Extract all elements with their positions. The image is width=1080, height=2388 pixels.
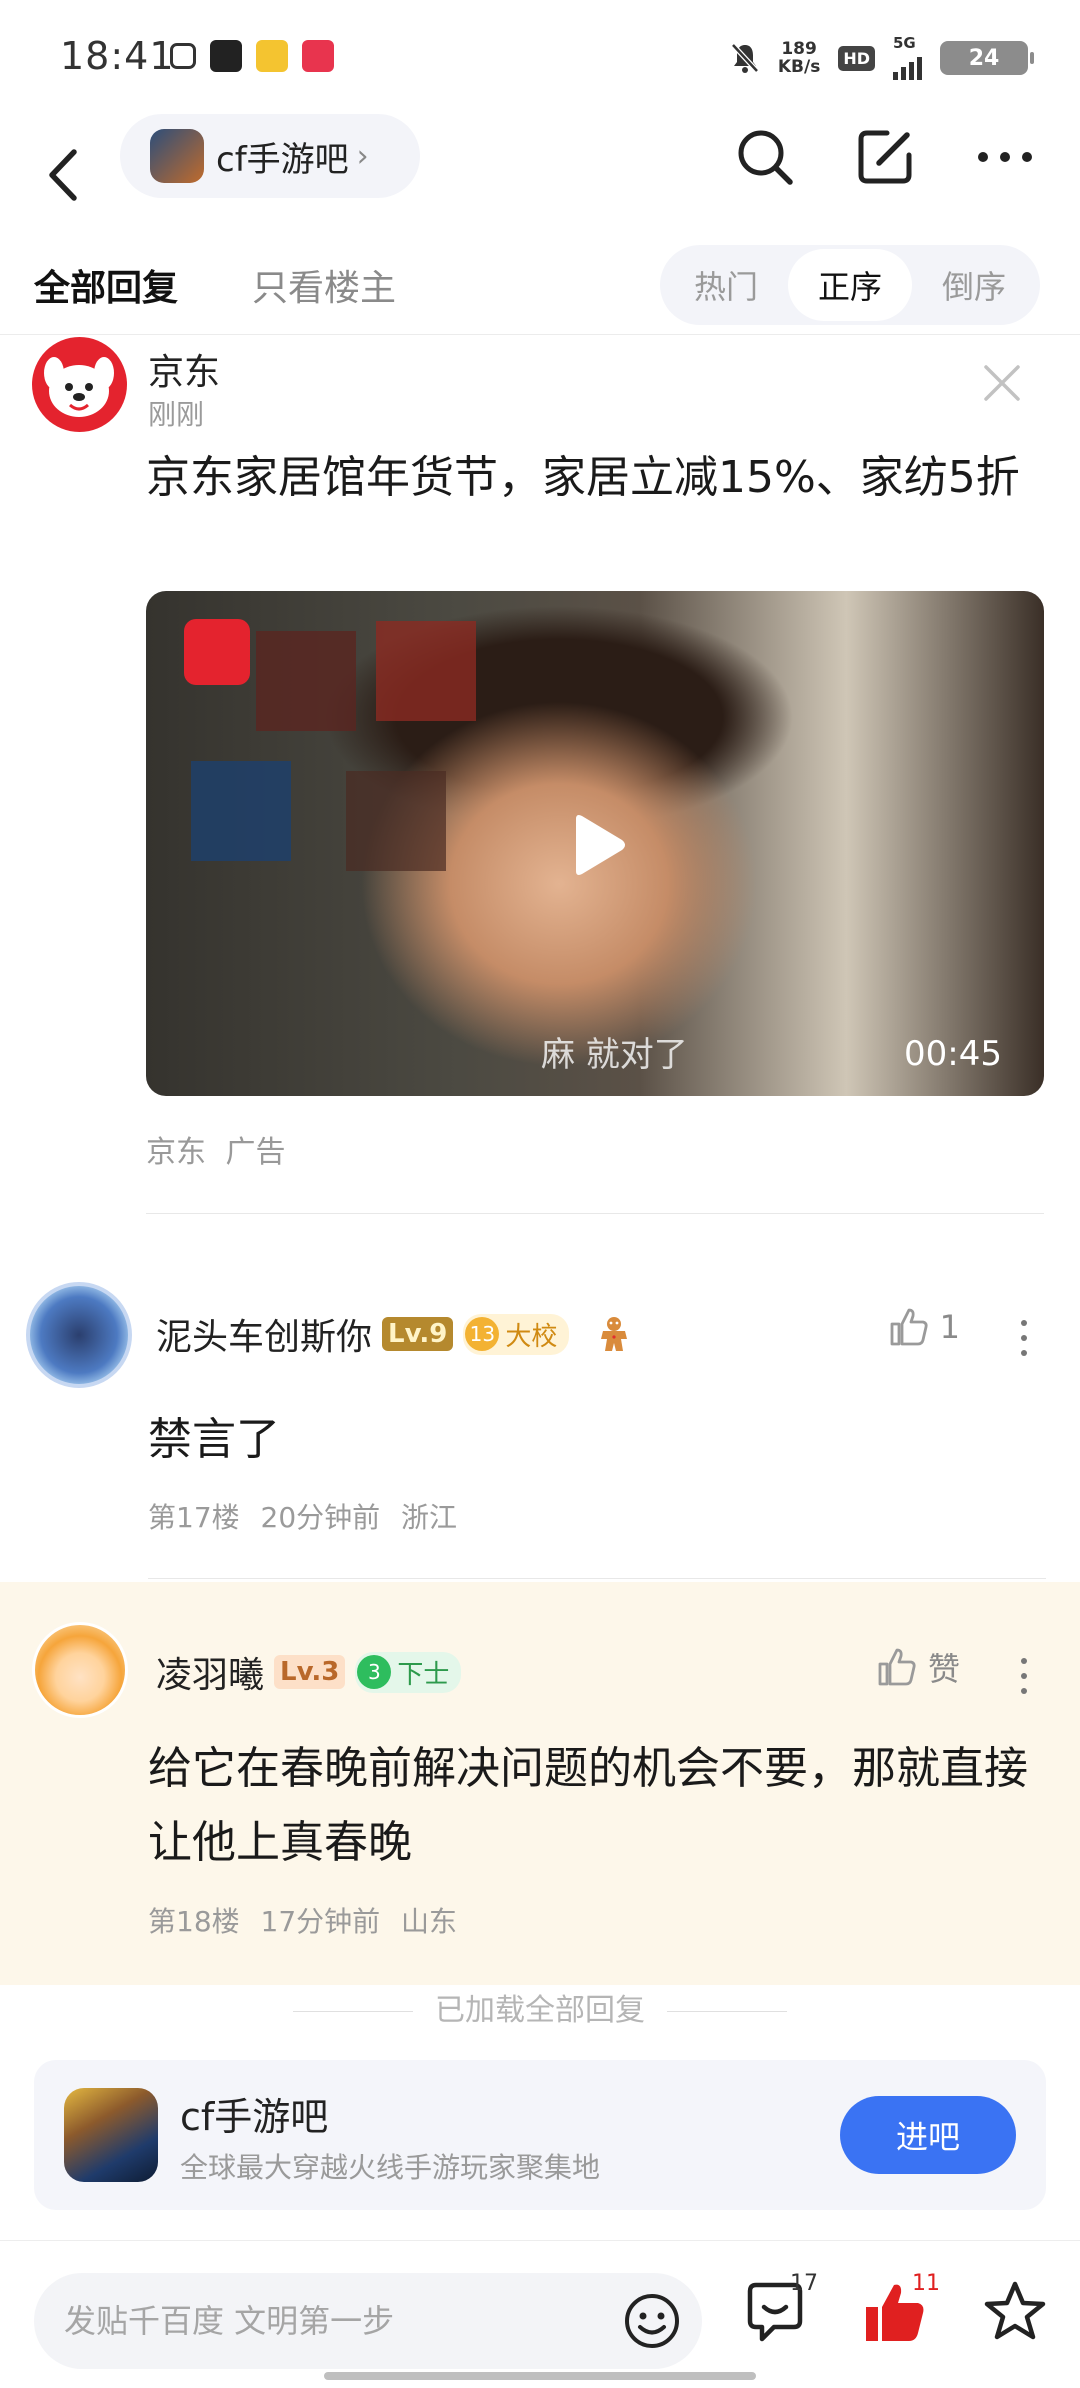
reply-tabs: 全部回复 只看楼主 热门 正序 倒序 <box>0 245 1080 335</box>
reply-more-button[interactable] <box>1014 1658 1034 1694</box>
tab-op-only[interactable]: 只看楼主 <box>252 259 396 311</box>
bilibili-icon <box>170 43 196 69</box>
reply-meta: 第17楼 20分钟前 浙江 <box>148 1501 458 1534</box>
search-icon <box>738 130 793 185</box>
reply-composer <box>34 2273 702 2369</box>
yellow-app-icon <box>256 40 288 72</box>
forum-link[interactable]: cf手游吧 › <box>120 114 420 198</box>
net-speed: 189 KB/s <box>777 39 821 77</box>
like-button[interactable]: 赞 <box>876 1644 960 1690</box>
status-time: 18:41 <box>60 34 175 78</box>
divider <box>146 1213 1044 1214</box>
forum-card-desc: 全球最大穿越火线手游玩家聚集地 <box>180 2151 601 2184</box>
sort-descending[interactable]: 倒序 <box>912 249 1036 321</box>
level-badge: Lv.9 <box>382 1317 454 1351</box>
reply-content[interactable]: 给它在春晚前解决问题的机会不要，那就直接让他上真春晚 <box>148 1732 1038 1880</box>
wall-poster <box>346 771 446 871</box>
reply-more-button[interactable] <box>1014 1320 1034 1356</box>
compose-icon <box>858 130 912 184</box>
status-bar: 18:41 189 KB/s HD 5G 24 <box>0 0 1080 110</box>
wall-poster <box>191 761 291 861</box>
reply-item: 泥头车创斯你 Lv.9 13 大校 1 禁言了 第17楼 20分钟前 浙江 <box>0 1270 1080 1582</box>
jd-dog-logo-icon <box>44 357 114 417</box>
rank-badge: 13 大校 <box>463 1313 570 1355</box>
divider <box>148 1578 1046 1579</box>
rank-shield-icon: 13 <box>465 1317 500 1351</box>
all-loaded-label: 已加载全部回复 <box>0 1985 1080 2029</box>
star-icon[interactable] <box>980 2277 1050 2347</box>
user-avatar[interactable] <box>32 1622 128 1718</box>
gingerbread-icon <box>601 1317 628 1351</box>
forum-card-name: cf手游吧 <box>180 2095 329 2139</box>
reply-content[interactable]: 禁言了 <box>148 1403 1048 1477</box>
chevron-right-icon: › <box>356 138 369 174</box>
sort-hot[interactable]: 热门 <box>664 249 788 321</box>
play-icon <box>576 815 625 875</box>
sort-ascending[interactable]: 正序 <box>788 249 912 321</box>
jd-video-badge <box>184 619 250 685</box>
signal-icon: 5G <box>893 36 922 80</box>
close-icon <box>984 365 1020 401</box>
mute-bell-icon <box>731 43 759 73</box>
like-count: 1 <box>939 1308 960 1346</box>
reply-item: 凌羽曦 Lv.3 3 下士 赞 给它在春晚前解决问题的机会不要，那就直接让他上真… <box>0 1582 1080 1985</box>
home-indicator[interactable] <box>324 2372 756 2380</box>
reply-meta: 第18楼 17分钟前 山东 <box>148 1905 458 1938</box>
more-button[interactable] <box>970 122 1040 192</box>
reply-user: 凌羽曦 Lv.3 3 下士 <box>156 1646 462 1698</box>
thumbs-up-icon <box>878 1648 916 1686</box>
forum-card[interactable]: cf手游吧 全球最大穿越火线手游玩家聚集地 进吧 <box>34 2060 1046 2210</box>
status-indicators: 189 KB/s HD 5G 24 <box>730 36 1034 80</box>
forum-avatar <box>150 129 204 183</box>
wall-poster <box>376 621 476 721</box>
rank-badge: 3 下士 <box>355 1651 462 1693</box>
ad-post: 京东 刚刚 京东家居馆年货节，家居立减15%、家纺5折 麻 就对了 00:45 … <box>0 335 1080 1215</box>
back-icon <box>49 149 77 201</box>
compose-button[interactable] <box>850 122 920 192</box>
ad-meta: 京东 广告 <box>146 1135 286 1170</box>
thumbs-up-icon <box>890 1308 928 1346</box>
like-label: 赞 <box>927 1650 960 1688</box>
level-badge: Lv.3 <box>274 1655 346 1689</box>
ad-title[interactable]: 京东家居馆年货节，家居立减15%、家纺5折 <box>146 445 1046 511</box>
tab-all-replies[interactable]: 全部回复 <box>34 259 178 311</box>
video-duration: 00:45 <box>904 1034 1002 1074</box>
back-button[interactable] <box>40 140 90 210</box>
user-avatar[interactable] <box>26 1282 132 1388</box>
top-nav: cf手游吧 › <box>0 110 1080 250</box>
status-notification-icons <box>170 40 334 72</box>
ad-video[interactable]: 麻 就对了 00:45 <box>146 591 1044 1096</box>
like-button[interactable]: 1 <box>888 1306 960 1348</box>
username[interactable]: 凌羽曦 <box>156 1646 264 1698</box>
username[interactable]: 泥头车创斯你 <box>156 1308 372 1360</box>
search-button[interactable] <box>730 122 800 192</box>
news-app-icon <box>210 40 242 72</box>
jd-avatar[interactable] <box>32 337 127 432</box>
enter-forum-button[interactable]: 进吧 <box>840 2096 1016 2174</box>
comment-count: 17 <box>790 2271 818 2296</box>
wall-poster <box>256 631 356 731</box>
ad-author[interactable]: 京东 <box>148 343 220 395</box>
sort-toggle: 热门 正序 倒序 <box>660 245 1040 325</box>
bottom-bar: 17 11 <box>0 2240 1080 2388</box>
video-caption: 麻 就对了 <box>541 1035 688 1075</box>
battery-icon: 24 <box>940 41 1034 75</box>
hd-badge: HD <box>838 45 875 71</box>
red-app-icon <box>302 40 334 72</box>
rank-shield-icon: 3 <box>357 1655 392 1689</box>
like-total-count: 11 <box>912 2271 940 2296</box>
reply-user: 泥头车创斯你 Lv.9 13 大校 <box>156 1308 631 1360</box>
forum-logo <box>64 2088 158 2182</box>
close-ad-button[interactable] <box>980 361 1024 405</box>
reply-input[interactable] <box>64 2273 584 2369</box>
forum-name: cf手游吧 <box>216 139 349 180</box>
ad-time: 刚刚 <box>148 398 205 431</box>
emoji-icon[interactable] <box>622 2291 682 2351</box>
more-icon <box>978 152 1032 162</box>
